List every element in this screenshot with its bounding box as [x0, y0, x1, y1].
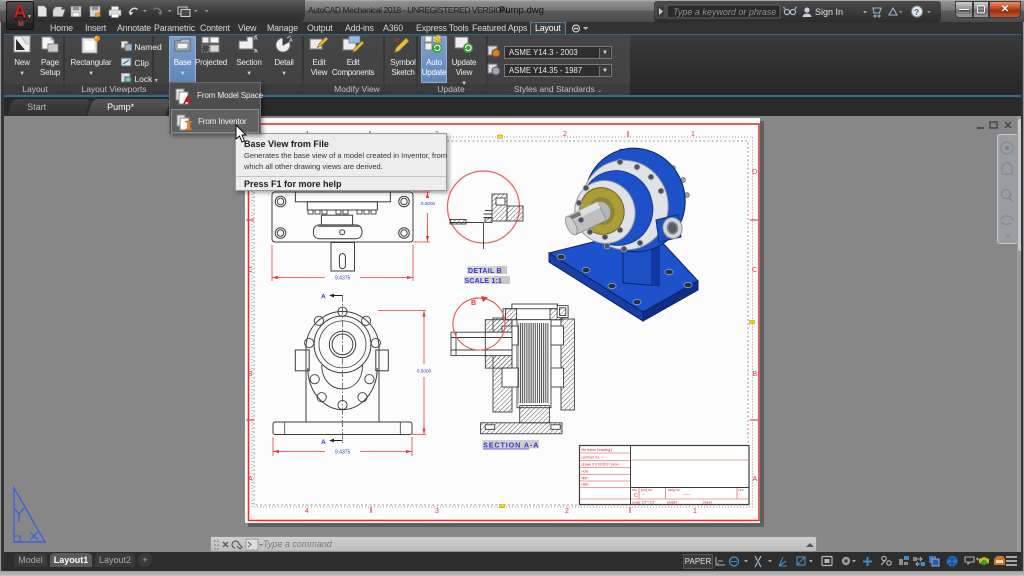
svg-text:file name Drawing1: file name Drawing1 [582, 448, 613, 452]
svg-text:sheet: sheet [703, 501, 712, 505]
svg-text:scale 1'0"=1'0": scale 1'0"=1'0" [632, 501, 656, 505]
svg-text:9.4375: 9.4375 [335, 450, 351, 456]
svg-text:proj no: proj no [641, 488, 652, 492]
svg-text:C: C [752, 267, 757, 274]
svg-text:weight: weight [667, 501, 677, 505]
svg-text:contract no. —: contract no. — [582, 456, 606, 460]
svg-text:SECTION A-A: SECTION A-A [483, 441, 539, 450]
svg-text:note: note [582, 470, 589, 474]
svg-text:A: A [254, 49, 258, 55]
svg-text:A: A [321, 294, 326, 301]
svg-text:B: B [753, 371, 758, 378]
svg-text:9.4375: 9.4375 [335, 276, 351, 282]
svg-text:B: B [248, 371, 253, 378]
svg-text:~: ~ [642, 493, 644, 497]
svg-text:C: C [248, 267, 253, 274]
svg-text:D: D [752, 169, 757, 176]
svg-text:A: A [289, 38, 293, 44]
svg-text:2: 2 [565, 508, 569, 515]
svg-text:SCALE 1:1: SCALE 1:1 [465, 278, 503, 285]
svg-text:?: ? [914, 7, 919, 17]
svg-text:app.: app. [582, 476, 589, 480]
svg-text:DETAIL B: DETAIL B [468, 268, 502, 275]
svg-text:Type a keyword or phrase: Type a keyword or phrase [673, 7, 776, 17]
svg-text:——: —— [683, 492, 691, 496]
svg-text:date: date [582, 483, 589, 487]
svg-text:1: 1 [693, 508, 697, 515]
svg-text:A: A [248, 476, 253, 483]
svg-text:3: 3 [435, 508, 439, 515]
svg-text:1: 1 [691, 131, 695, 138]
svg-text:B: B [471, 300, 476, 307]
svg-text:4: 4 [305, 508, 309, 515]
svg-text:drawn 01/10/2017 jwoo: drawn 01/10/2017 jwoo [582, 463, 619, 467]
svg-text:5.5000: 5.5000 [421, 201, 435, 206]
svg-text:2: 2 [563, 131, 567, 138]
svg-text:8.5000: 8.5000 [417, 369, 431, 374]
svg-text:A: A [254, 36, 258, 42]
svg-text:rev: rev [632, 488, 637, 492]
svg-text:Sign In: Sign In [815, 7, 843, 17]
svg-text:A: A [321, 439, 326, 446]
svg-text:dwg no: dwg no [668, 488, 680, 492]
svg-text:C: C [634, 493, 638, 499]
svg-text:rev: rev [739, 488, 744, 492]
svg-text:A: A [753, 476, 758, 483]
